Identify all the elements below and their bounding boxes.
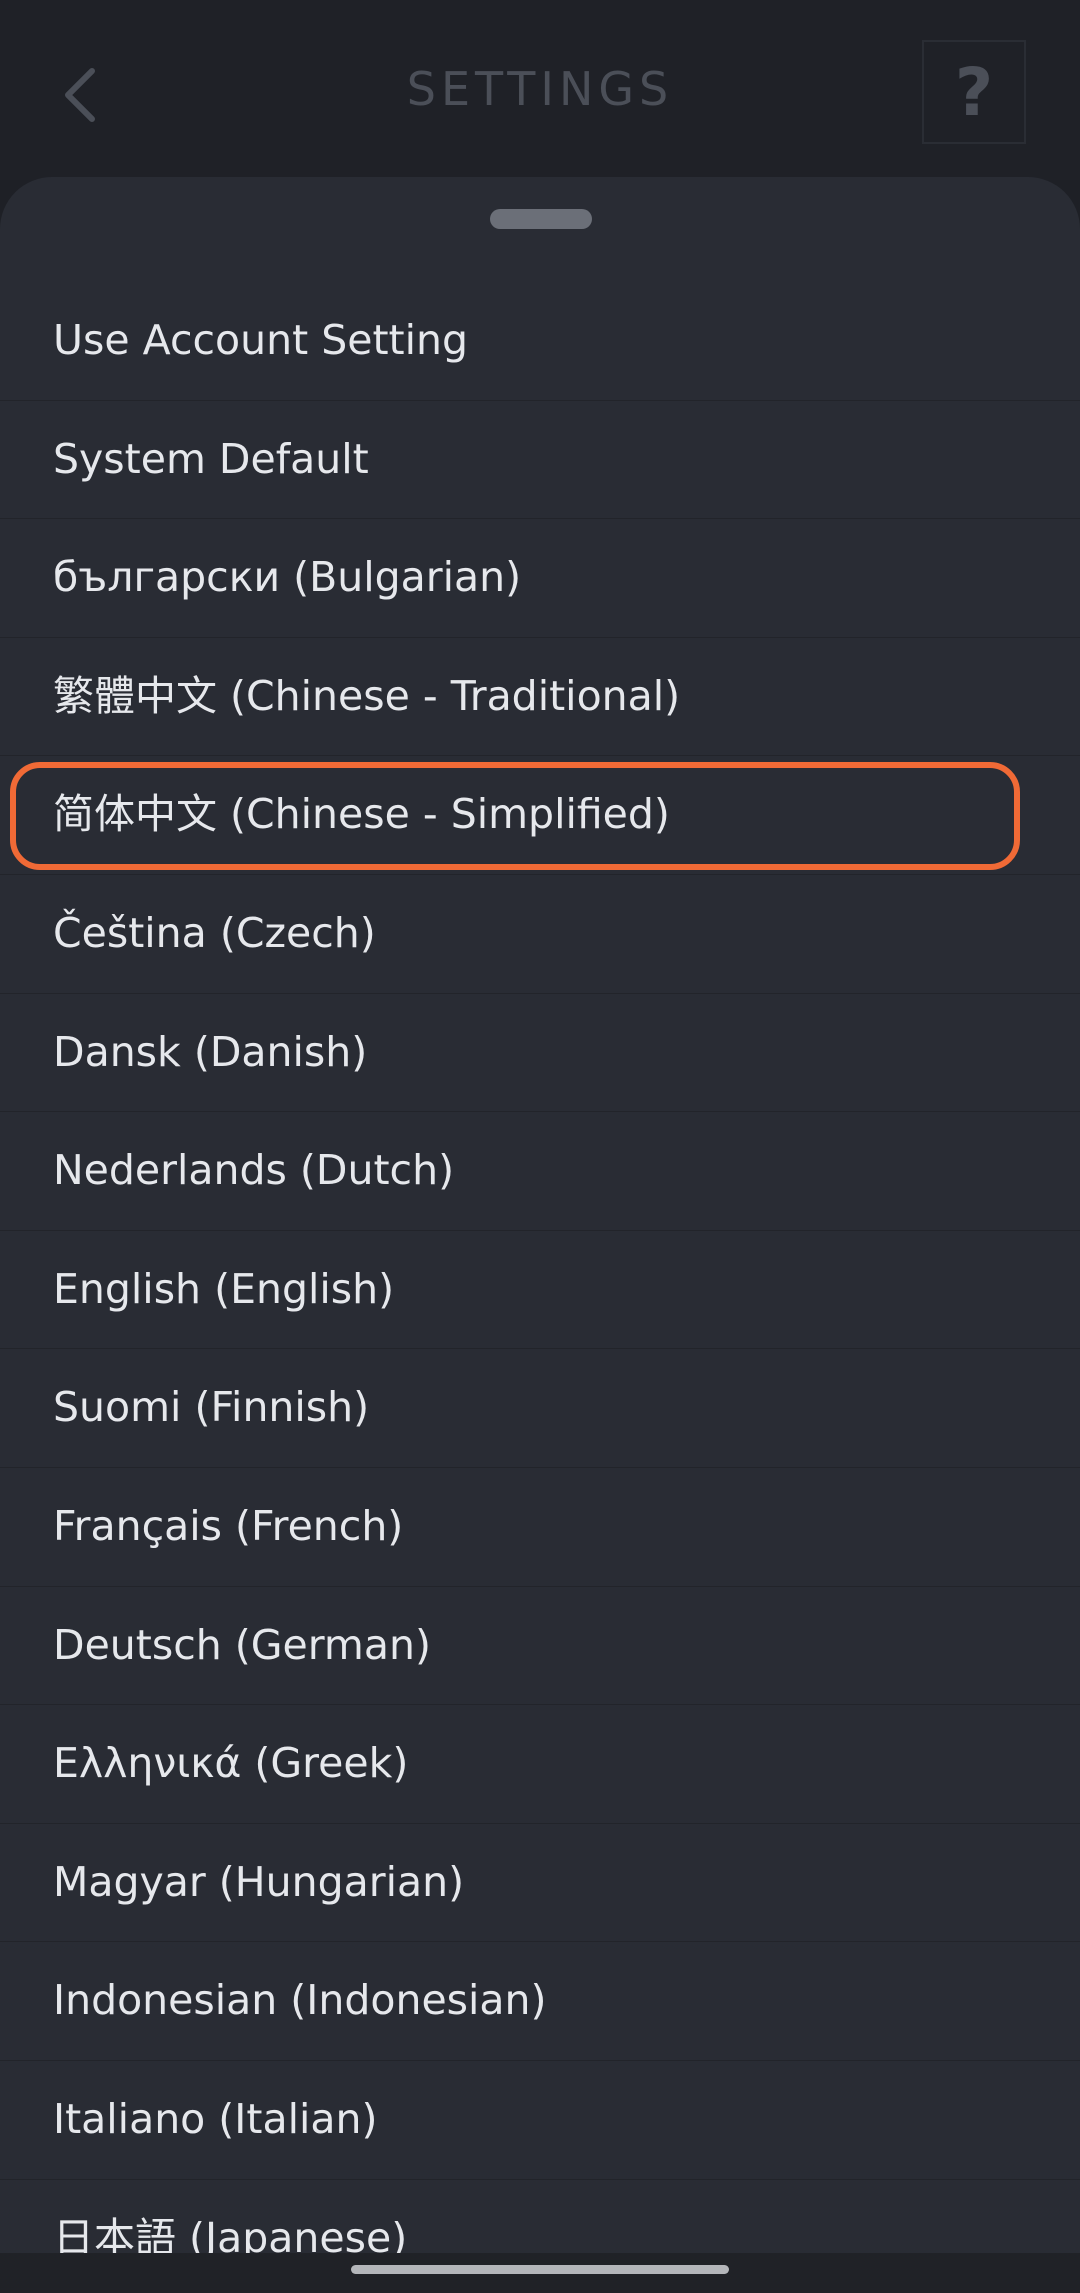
page-title: SETTINGS: [406, 62, 674, 116]
language-option[interactable]: Use Account Setting: [0, 282, 1080, 401]
language-label: български (Bulgarian): [53, 553, 522, 602]
language-label: 简体中文 (Chinese - Simplified): [53, 790, 670, 839]
drag-handle[interactable]: [490, 209, 592, 229]
language-list: Use Account Setting System Default бълга…: [0, 282, 1080, 2293]
language-option[interactable]: Indonesian (Indonesian): [0, 1942, 1080, 2061]
language-option[interactable]: Ελληνικά (Greek): [0, 1705, 1080, 1824]
language-label: Italiano (Italian): [53, 2094, 378, 2143]
language-option[interactable]: Italiano (Italian): [0, 2061, 1080, 2180]
language-option[interactable]: System Default: [0, 401, 1080, 520]
language-option[interactable]: Dansk (Danish): [0, 994, 1080, 1113]
language-option[interactable]: Magyar (Hungarian): [0, 1824, 1080, 1943]
language-label: Magyar (Hungarian): [53, 1857, 465, 1906]
language-label: Ελληνικά (Greek): [53, 1739, 409, 1788]
language-label: Dansk (Danish): [53, 1027, 368, 1076]
language-label: Čeština (Czech): [53, 908, 376, 957]
question-mark-icon: ?: [954, 53, 994, 131]
language-label: Nederlands (Dutch): [53, 1146, 455, 1195]
help-button[interactable]: ?: [922, 40, 1026, 144]
language-bottom-sheet: Use Account Setting System Default бълга…: [0, 177, 1080, 2293]
language-option[interactable]: Nederlands (Dutch): [0, 1112, 1080, 1231]
language-label: Deutsch (German): [53, 1620, 431, 1669]
language-label: Suomi (Finnish): [53, 1383, 370, 1432]
language-option-highlighted[interactable]: 简体中文 (Chinese - Simplified): [0, 756, 1080, 875]
language-label: English (English): [53, 1264, 395, 1313]
language-option[interactable]: Français (French): [0, 1468, 1080, 1587]
language-option[interactable]: 繁體中文 (Chinese - Traditional): [0, 638, 1080, 757]
language-label: 繁體中文 (Chinese - Traditional): [53, 671, 681, 720]
language-label: Indonesian (Indonesian): [53, 1976, 547, 2025]
top-bar: SETTINGS ?: [0, 0, 1080, 180]
language-label: System Default: [53, 434, 369, 483]
language-option[interactable]: Čeština (Czech): [0, 875, 1080, 994]
language-option[interactable]: Suomi (Finnish): [0, 1349, 1080, 1468]
home-indicator[interactable]: [351, 2265, 729, 2274]
language-option[interactable]: български (Bulgarian): [0, 519, 1080, 638]
language-label: Use Account Setting: [53, 316, 469, 364]
language-label: Français (French): [53, 1501, 404, 1550]
language-option[interactable]: Deutsch (German): [0, 1587, 1080, 1706]
language-option[interactable]: English (English): [0, 1231, 1080, 1350]
